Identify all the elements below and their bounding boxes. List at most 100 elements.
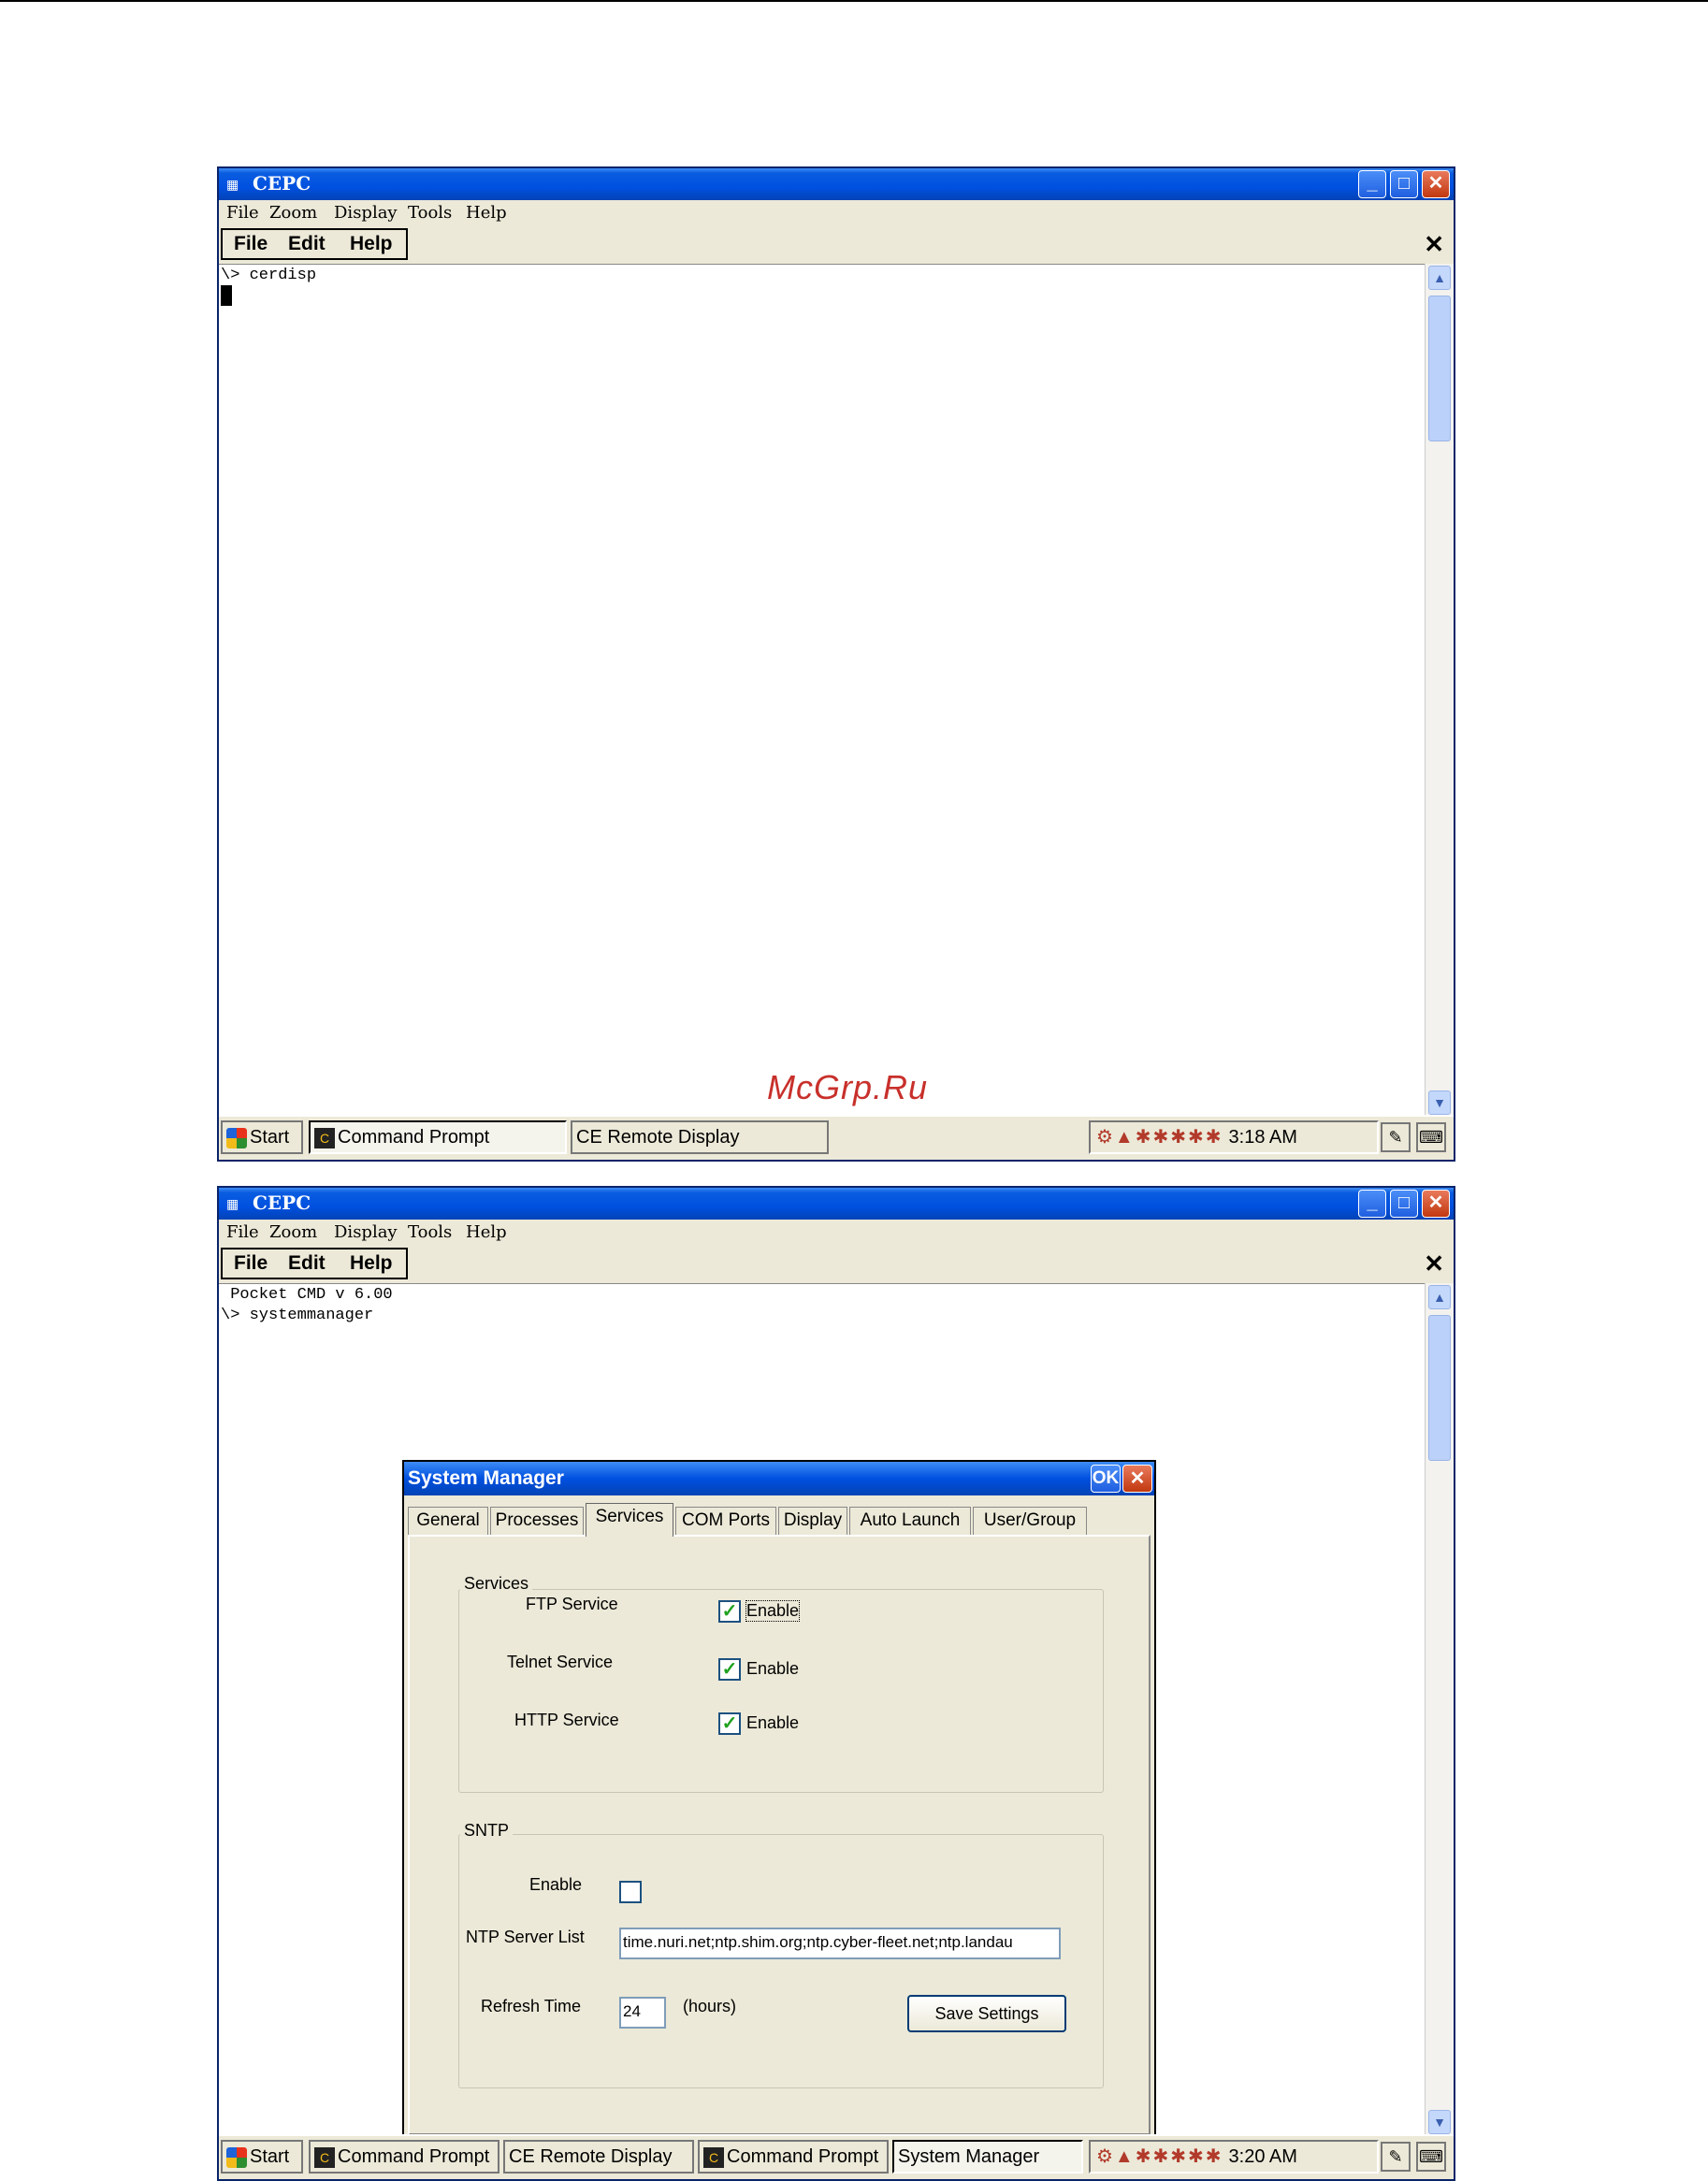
- menu-tools[interactable]: Tools: [408, 203, 452, 223]
- menu-help[interactable]: Help: [466, 1222, 507, 1242]
- tab-general[interactable]: General: [408, 1507, 488, 1535]
- refresh-unit-label: (hours): [683, 1997, 737, 2015]
- menu-display[interactable]: Display: [334, 1222, 398, 1242]
- vertical-scrollbar[interactable]: ▲ ▼: [1425, 264, 1454, 1117]
- clock: 3:18 AM: [1228, 1127, 1297, 1148]
- dialog-title-bar[interactable]: System Manager OK ✕: [404, 1462, 1154, 1495]
- sntp-enable-checkbox[interactable]: [619, 1881, 642, 1903]
- taskbar-command-prompt[interactable]: C Command Prompt: [309, 2140, 499, 2174]
- services-group-label: Services: [460, 1574, 533, 1594]
- scroll-up-icon[interactable]: ▲: [1428, 266, 1451, 290]
- scroll-thumb[interactable]: [1428, 1315, 1451, 1461]
- app-icon: ▦: [226, 1196, 239, 1211]
- scroll-down-icon[interactable]: ▼: [1428, 2110, 1451, 2134]
- cmdbar-help[interactable]: Help: [350, 1252, 393, 1275]
- command-prompt-icon: C: [314, 1127, 335, 1148]
- close-button[interactable]: ✕: [1422, 170, 1450, 198]
- app-icon: ▦: [226, 177, 239, 192]
- tray-icons[interactable]: ⚙▲✱✱✱✱✱: [1096, 2146, 1223, 2167]
- keyboard-icon[interactable]: ⌨: [1416, 1122, 1446, 1152]
- console-line: \> systemmanager: [221, 1307, 374, 1324]
- close-button[interactable]: ✕: [1422, 1190, 1450, 1218]
- desktop-toggle-icon[interactable]: ✎: [1381, 1122, 1411, 1152]
- taskbar-command-prompt-2[interactable]: C Command Prompt: [698, 2140, 889, 2174]
- tray-icons[interactable]: ⚙▲✱✱✱✱✱: [1096, 1127, 1223, 1148]
- maximize-button[interactable]: □: [1390, 170, 1418, 198]
- page-top-rule: [0, 0, 1708, 2]
- ok-button[interactable]: OK: [1091, 1465, 1121, 1493]
- console-line: Pocket CMD v 6.00: [221, 1286, 393, 1304]
- checkmark-icon: ✓: [721, 1601, 738, 1622]
- vertical-scrollbar[interactable]: ▲ ▼: [1425, 1283, 1454, 2136]
- menu-zoom[interactable]: Zoom: [269, 1222, 317, 1242]
- start-button[interactable]: Start: [221, 2140, 303, 2174]
- cmdbar-edit[interactable]: Edit: [288, 233, 326, 255]
- console-output[interactable]: \> cerdisp: [219, 264, 1426, 1117]
- console-output[interactable]: Pocket CMD v 6.00 \> systemmanager Syste…: [219, 1283, 1426, 2141]
- window-title: CEPC: [253, 1192, 311, 1214]
- scroll-thumb[interactable]: [1428, 296, 1451, 441]
- ftp-enable-label[interactable]: Enable: [745, 1600, 801, 1622]
- command-bar-close-icon[interactable]: ✕: [1424, 1249, 1444, 1278]
- command-bar: File Edit Help: [221, 228, 408, 260]
- cepc-window-1[interactable]: ▦ CEPC _ □ ✕ File Zoom Display Tools Hel…: [217, 166, 1455, 1162]
- command-prompt-icon: C: [314, 2146, 335, 2168]
- ftp-enable-checkbox[interactable]: ✓: [718, 1600, 741, 1623]
- desktop-toggle-icon[interactable]: ✎: [1381, 2142, 1411, 2172]
- sntp-enable-label: Enable: [529, 1875, 583, 1894]
- title-bar[interactable]: ▦ CEPC _ □ ✕: [219, 1188, 1454, 1220]
- sntp-group: [458, 1834, 1104, 2088]
- command-bar-close-icon[interactable]: ✕: [1424, 230, 1444, 259]
- minimize-button[interactable]: _: [1358, 170, 1386, 198]
- taskbar-system-manager[interactable]: System Manager: [892, 2140, 1083, 2174]
- cmdbar-edit[interactable]: Edit: [288, 1252, 326, 1275]
- keyboard-icon[interactable]: ⌨: [1416, 2142, 1446, 2172]
- ntp-server-list-input[interactable]: time.nuri.net;ntp.shim.org;ntp.cyber-fle…: [619, 1928, 1061, 1959]
- ftp-service-label: FTP Service: [526, 1595, 618, 1613]
- tab-display[interactable]: Display: [778, 1507, 847, 1535]
- text-cursor: [221, 285, 232, 306]
- cmdbar-file[interactable]: File: [234, 233, 268, 255]
- telnet-enable-label[interactable]: Enable: [746, 1659, 799, 1679]
- system-tray: ⚙▲✱✱✱✱✱ 3:18 AM: [1089, 1120, 1379, 1154]
- window-title: CEPC: [253, 172, 311, 195]
- cmdbar-file[interactable]: File: [234, 1252, 268, 1275]
- start-button[interactable]: Start: [221, 1120, 303, 1154]
- telnet-enable-checkbox[interactable]: ✓: [718, 1658, 741, 1681]
- console-line: \> cerdisp: [221, 267, 317, 284]
- taskbar-ce-remote-display[interactable]: CE Remote Display: [571, 1120, 829, 1154]
- title-bar[interactable]: ▦ CEPC _ □ ✕: [219, 168, 1454, 200]
- scroll-up-icon[interactable]: ▲: [1428, 1285, 1451, 1309]
- refresh-time-label: Refresh Time: [481, 1997, 582, 2015]
- watermark: McGrp.Ru: [767, 1068, 929, 1106]
- tab-auto-launch[interactable]: Auto Launch: [849, 1507, 971, 1535]
- http-enable-checkbox[interactable]: ✓: [718, 1712, 741, 1735]
- menu-zoom[interactable]: Zoom: [269, 203, 317, 223]
- tab-com-ports[interactable]: COM Ports: [675, 1507, 776, 1535]
- minimize-button[interactable]: _: [1358, 1190, 1386, 1218]
- cepc-window-2[interactable]: ▦ CEPC _ □ ✕ File Zoom Display Tools Hel…: [217, 1186, 1455, 2181]
- scroll-down-icon[interactable]: ▼: [1428, 1090, 1451, 1115]
- taskbar: Start C Command Prompt CE Remote Display …: [219, 1115, 1454, 1160]
- system-manager-dialog[interactable]: System Manager OK ✕ General Processes Se…: [402, 1460, 1156, 2141]
- menu-tools[interactable]: Tools: [408, 1222, 452, 1242]
- save-settings-button[interactable]: Save Settings: [907, 1995, 1066, 2032]
- taskbar: Start C Command Prompt CE Remote Display …: [219, 2134, 1454, 2179]
- tab-user-group[interactable]: User/Group: [973, 1507, 1087, 1535]
- windows-flag-icon: [226, 1127, 247, 1148]
- checkmark-icon: ✓: [721, 1713, 738, 1734]
- dialog-close-button[interactable]: ✕: [1122, 1465, 1152, 1493]
- taskbar-command-prompt[interactable]: C Command Prompt: [309, 1120, 567, 1154]
- maximize-button[interactable]: □: [1390, 1190, 1418, 1218]
- tab-services[interactable]: Services: [586, 1503, 673, 1537]
- menu-file[interactable]: File: [226, 203, 259, 223]
- command-prompt-icon: C: [703, 2146, 724, 2168]
- refresh-time-input[interactable]: 24: [619, 1997, 666, 2029]
- taskbar-ce-remote-display[interactable]: CE Remote Display: [503, 2140, 694, 2174]
- cmdbar-help[interactable]: Help: [350, 233, 393, 255]
- http-enable-label[interactable]: Enable: [746, 1713, 799, 1733]
- tab-processes[interactable]: Processes: [490, 1507, 584, 1535]
- menu-display[interactable]: Display: [334, 203, 398, 223]
- menu-file[interactable]: File: [226, 1222, 259, 1242]
- menu-help[interactable]: Help: [466, 203, 507, 223]
